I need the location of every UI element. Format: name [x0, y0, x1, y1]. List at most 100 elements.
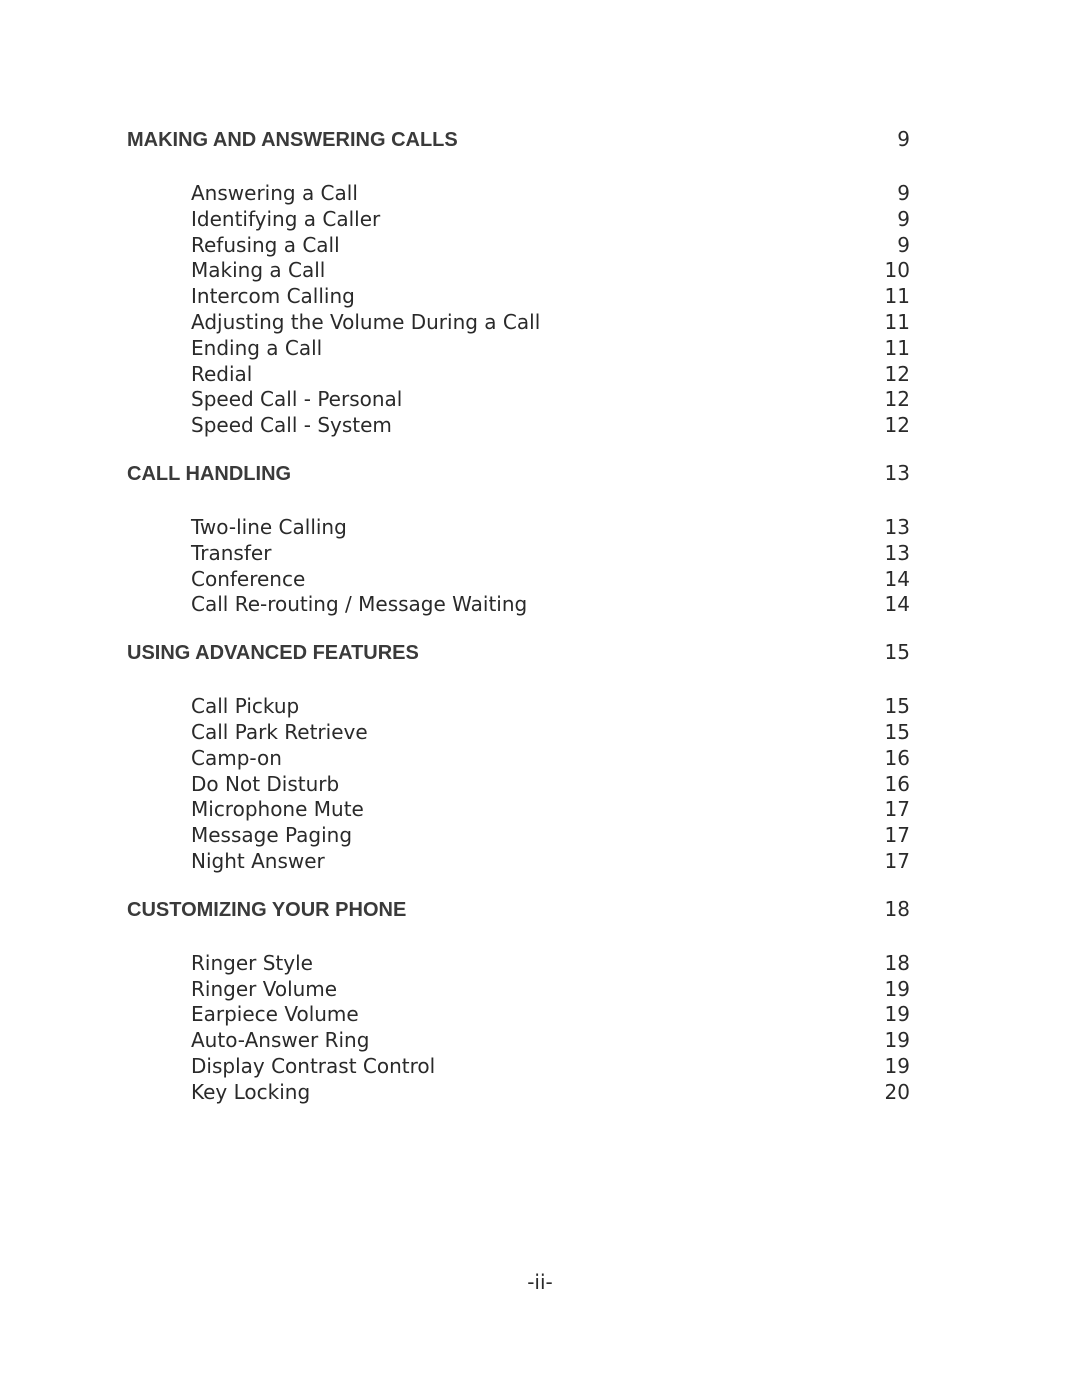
entry-label: Speed Call - Personal — [191, 387, 403, 412]
entry-page-number: 11 — [884, 335, 910, 360]
entry-label: Microphone Mute — [191, 797, 364, 822]
entry-label: Ending a Call — [191, 335, 323, 360]
section-heading: USING ADVANCED FEATURES — [127, 642, 419, 665]
entry-label: Intercom Calling — [191, 284, 355, 309]
section-heading-row[interactable]: MAKING AND ANSWERING CALLS 9 — [127, 127, 910, 155]
toc-entry[interactable]: Auto-Answer Ring 19 — [127, 1028, 910, 1054]
section-entries: Call Pickup 15 Call Park Retrieve 15 Camp-on… — [127, 694, 910, 875]
entry-label: Do Not Disturb — [191, 771, 340, 796]
entry-label: Call Pickup — [191, 694, 300, 719]
toc-entry[interactable]: Making a Call 10 — [127, 258, 910, 284]
entry-page-number: 16 — [884, 771, 910, 796]
toc-entry[interactable]: Speed Call - Personal 12 — [127, 387, 910, 413]
entry-label: Adjusting the Volume During a Call — [191, 309, 541, 334]
section-heading: CUSTOMIZING YOUR PHONE — [127, 898, 407, 921]
toc-entry[interactable]: Transfer 13 — [127, 541, 910, 567]
entry-page-number: 12 — [884, 387, 910, 412]
section-heading-row[interactable]: CALL HANDLING 13 — [127, 461, 910, 489]
entry-page-number: 16 — [884, 745, 910, 770]
toc-entry[interactable]: Call Pickup 15 — [127, 694, 910, 720]
section-entries: Answering a Call 9 Identifying a Caller 9 Re… — [127, 181, 910, 439]
toc-entry[interactable]: Night Answer 17 — [127, 849, 910, 875]
entry-page-number: 13 — [884, 540, 910, 565]
entry-page-number: 11 — [884, 309, 910, 334]
entry-label: Refusing a Call — [191, 232, 340, 257]
toc-entry[interactable]: Camp-on 16 — [127, 746, 910, 772]
entry-label: Call Re-routing / Message Waiting — [191, 592, 528, 617]
section-heading-row[interactable]: USING ADVANCED FEATURES 15 — [127, 640, 910, 668]
toc-entry[interactable]: Earpiece Volume 19 — [127, 1002, 910, 1028]
toc-entry[interactable]: Ringer Volume 19 — [127, 977, 910, 1003]
toc-entry[interactable]: Speed Call - System 12 — [127, 413, 910, 439]
toc-entry[interactable]: Call Re-routing / Message Waiting 14 — [127, 592, 910, 618]
entry-label: Redial — [191, 361, 253, 386]
toc-entry[interactable]: Adjusting the Volume During a Call 11 — [127, 310, 910, 336]
section-heading: MAKING AND ANSWERING CALLS — [127, 129, 458, 151]
section-heading: CALL HANDLING — [127, 462, 292, 485]
section-entries: Two-line Calling 13 Transfer 13 Conference 14… — [127, 515, 910, 618]
section-page-number: 18 — [884, 896, 910, 921]
entry-label: Ringer Style — [191, 950, 313, 975]
toc-entry[interactable]: Call Park Retrieve 15 — [127, 720, 910, 746]
entry-label: Speed Call - System — [191, 413, 392, 438]
entry-page-number: 15 — [884, 694, 910, 719]
toc-entry[interactable]: Microphone Mute 17 — [127, 797, 910, 823]
entry-label: Message Paging — [191, 823, 353, 848]
entry-page-number: 14 — [884, 592, 910, 617]
entry-page-number: 17 — [884, 848, 910, 873]
entry-label: Camp-on — [191, 745, 282, 770]
entry-page-number: 9 — [897, 181, 910, 205]
entry-label: Identifying a Caller — [191, 206, 381, 231]
section-page-number: 13 — [884, 460, 910, 485]
entry-page-number: 12 — [884, 361, 910, 386]
toc-section: MAKING AND ANSWERING CALLS 9 Answering a C… — [127, 127, 910, 439]
toc-entry[interactable]: Display Contrast Control 19 — [127, 1054, 910, 1080]
entry-page-number: 19 — [884, 1002, 910, 1027]
entry-label: Call Park Retrieve — [191, 719, 368, 744]
toc-entry[interactable]: Ringer Style 18 — [127, 951, 910, 977]
toc-entry[interactable]: Redial 12 — [127, 362, 910, 388]
section-entries: Ringer Style 18 Ringer Volume 19 Earpiece Vo… — [127, 951, 910, 1106]
toc-entry[interactable]: Answering a Call 9 — [127, 181, 910, 207]
toc-entry[interactable]: Intercom Calling 11 — [127, 284, 910, 310]
toc-entry[interactable]: Message Paging 17 — [127, 823, 910, 849]
entry-page-number: 17 — [884, 797, 910, 822]
entry-page-number: 19 — [884, 976, 910, 1001]
entry-label: Display Contrast Control — [191, 1053, 436, 1078]
entry-label: Transfer — [191, 540, 272, 565]
entry-page-number: 19 — [884, 1053, 910, 1078]
entry-page-number: 19 — [884, 1028, 910, 1053]
toc-entry[interactable]: Refusing a Call 9 — [127, 233, 910, 259]
section-page-number: 9 — [897, 127, 910, 151]
toc-section: CALL HANDLING 13 Two-line Calling 13 Transfe… — [127, 461, 910, 618]
toc-entry[interactable]: Ending a Call 11 — [127, 336, 910, 362]
entry-label: Night Answer — [191, 848, 325, 873]
toc-entry[interactable]: Conference 14 — [127, 567, 910, 593]
entry-label: Making a Call — [191, 258, 326, 283]
entry-page-number: 20 — [884, 1079, 910, 1104]
section-heading-row[interactable]: CUSTOMIZING YOUR PHONE 18 — [127, 897, 910, 925]
toc-entry[interactable]: Do Not Disturb 16 — [127, 772, 910, 798]
entry-label: Key Locking — [191, 1079, 311, 1104]
toc-entry[interactable]: Key Locking 20 — [127, 1080, 910, 1106]
entry-page-number: 9 — [897, 206, 910, 231]
table-of-contents: MAKING AND ANSWERING CALLS 9 Answering a C… — [127, 127, 910, 1128]
toc-section: CUSTOMIZING YOUR PHONE 18 Ringer Style 18 Ri… — [127, 897, 910, 1106]
section-page-number: 15 — [884, 640, 910, 665]
entry-page-number: 18 — [884, 950, 910, 975]
entry-page-number: 15 — [884, 719, 910, 744]
entry-page-number: 10 — [884, 258, 910, 283]
entry-label: Ringer Volume — [191, 976, 338, 1001]
entry-page-number: 11 — [884, 284, 910, 309]
entry-page-number: 14 — [884, 566, 910, 591]
entry-label: Two-line Calling — [191, 514, 347, 539]
entry-page-number: 9 — [897, 232, 910, 257]
toc-entry[interactable]: Two-line Calling 13 — [127, 515, 910, 541]
entry-label: Answering a Call — [191, 181, 358, 205]
toc-entry[interactable]: Identifying a Caller 9 — [127, 207, 910, 233]
entry-label: Auto-Answer Ring — [191, 1028, 370, 1053]
entry-page-number: 17 — [884, 823, 910, 848]
entry-label: Earpiece Volume — [191, 1002, 359, 1027]
page-number: -ii- — [527, 1270, 553, 1294]
entry-label: Conference — [191, 566, 306, 591]
